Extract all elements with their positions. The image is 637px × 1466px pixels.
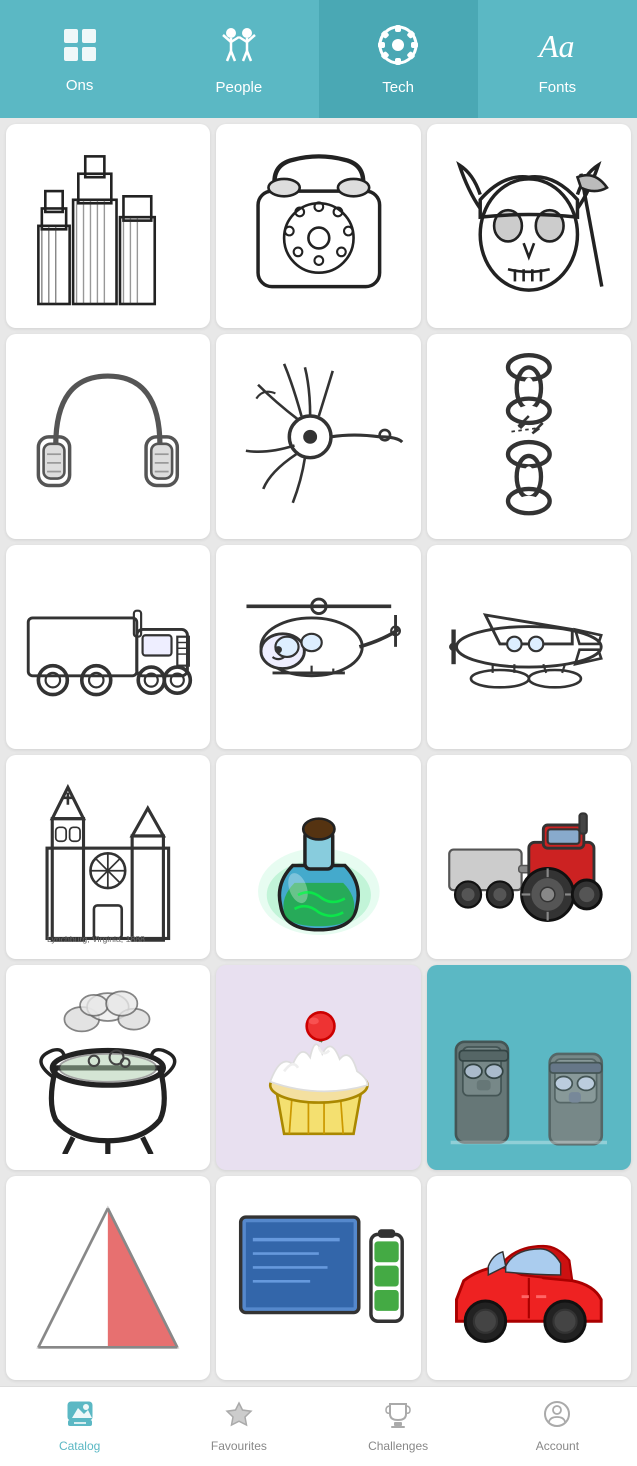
grid-item-pyramid[interactable]: [6, 1176, 210, 1380]
grid-item-chain[interactable]: [427, 334, 631, 538]
favourites-label: Favourites: [211, 1439, 267, 1453]
grid-item-seaplane[interactable]: [427, 545, 631, 749]
grid-item-headphones[interactable]: [6, 334, 210, 538]
tab-icons[interactable]: Ons: [0, 0, 159, 118]
challenges-label: Challenges: [368, 1439, 428, 1453]
grid-item-truck[interactable]: [6, 545, 210, 749]
grid-item-tractor[interactable]: [427, 755, 631, 959]
grid-item-potion[interactable]: [216, 755, 420, 959]
nav-account[interactable]: Account: [478, 1387, 637, 1466]
challenges-icon: [384, 1400, 412, 1435]
grid-item-car[interactable]: [427, 1176, 631, 1380]
svg-text:Lynchburg, Virginia, 1888: Lynchburg, Virginia, 1888: [47, 934, 145, 944]
nav-catalog[interactable]: Catalog: [0, 1387, 159, 1466]
account-label: Account: [536, 1439, 579, 1453]
tab-tech[interactable]: Tech: [319, 0, 478, 118]
grid-item-helicopter[interactable]: [216, 545, 420, 749]
account-icon: [543, 1400, 571, 1435]
tab-people[interactable]: People: [159, 0, 318, 118]
catalog-label: Catalog: [59, 1439, 100, 1453]
grid-item-church[interactable]: Lynchburg, Virginia, 1888: [6, 755, 210, 959]
tab-fonts-label: Fonts: [539, 79, 577, 96]
fonts-tab-icon: Aa: [535, 23, 579, 73]
tech-tab-icon: [376, 23, 420, 73]
grid-item-cupcake[interactable]: [216, 965, 420, 1169]
icons-tab-icon: [60, 25, 100, 71]
svg-text:Aa: Aa: [537, 28, 575, 64]
tab-fonts[interactable]: Aa Fonts: [478, 0, 637, 118]
grid-item-computer[interactable]: [216, 1176, 420, 1380]
image-grid: Lynchburg, Virginia, 1888: [0, 118, 637, 1386]
nav-favourites[interactable]: Favourites: [159, 1387, 318, 1466]
bottom-nav: Catalog Favourites Challenges: [0, 1386, 637, 1466]
top-nav: Ons People: [0, 0, 637, 118]
tab-people-label: People: [216, 79, 263, 96]
tab-tech-label: Tech: [382, 79, 414, 96]
people-tab-icon: [217, 23, 261, 73]
catalog-icon: [66, 1400, 94, 1435]
grid-item-city[interactable]: [6, 124, 210, 328]
grid-item-cauldron[interactable]: [6, 965, 210, 1169]
nav-challenges[interactable]: Challenges: [319, 1387, 478, 1466]
grid-item-phone[interactable]: [216, 124, 420, 328]
grid-item-neuron[interactable]: [216, 334, 420, 538]
tab-icons-label: Ons: [66, 77, 94, 94]
favourites-icon: [225, 1400, 253, 1435]
grid-item-viking[interactable]: [427, 124, 631, 328]
grid-item-moai[interactable]: [427, 965, 631, 1169]
